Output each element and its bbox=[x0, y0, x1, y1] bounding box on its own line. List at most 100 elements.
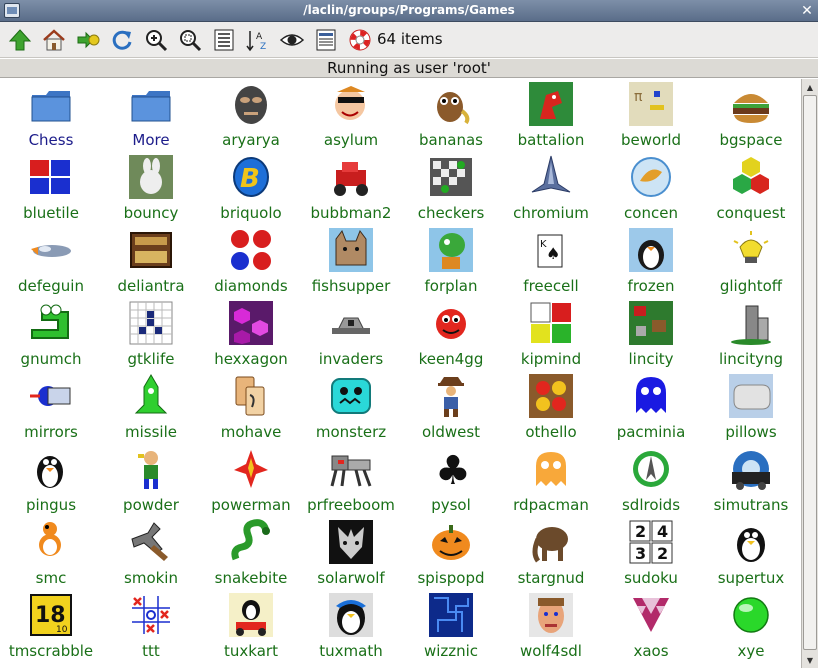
details-view-button[interactable] bbox=[210, 26, 238, 54]
app-launcher-item[interactable]: π beworld bbox=[601, 79, 701, 152]
app-launcher-item[interactable]: monsterz bbox=[301, 371, 401, 444]
scroll-down-arrow-icon[interactable]: ▼ bbox=[803, 653, 817, 667]
app-icon bbox=[329, 593, 373, 637]
app-launcher-item[interactable]: Bbriquolo bbox=[201, 152, 301, 225]
scroll-up-arrow-icon[interactable]: ▲ bbox=[803, 80, 817, 94]
app-launcher-item[interactable]: concen bbox=[601, 152, 701, 225]
app-launcher-item[interactable]: gnumch bbox=[1, 298, 101, 371]
app-icon: π bbox=[628, 81, 674, 127]
app-launcher-item[interactable]: solarwolf bbox=[301, 517, 401, 590]
app-launcher-item[interactable]: othello bbox=[501, 371, 601, 444]
show-hidden-button[interactable] bbox=[278, 26, 306, 54]
app-launcher-item[interactable]: oldwest bbox=[401, 371, 501, 444]
app-launcher-item[interactable]: sdlroids bbox=[601, 444, 701, 517]
app-launcher-item[interactable]: mohave bbox=[201, 371, 301, 444]
app-launcher-item[interactable]: frozen bbox=[601, 225, 701, 298]
app-launcher-item[interactable]: bouncy bbox=[101, 152, 201, 225]
app-launcher-item[interactable]: smc bbox=[1, 517, 101, 590]
app-launcher-item[interactable]: stargnud bbox=[501, 517, 601, 590]
app-launcher-item[interactable]: pacminia bbox=[601, 371, 701, 444]
app-launcher-item[interactable]: wizznic bbox=[401, 590, 501, 663]
app-launcher-item[interactable]: keen4gg bbox=[401, 298, 501, 371]
app-launcher-item[interactable]: diamonds bbox=[201, 225, 301, 298]
app-launcher-item[interactable]: bananas bbox=[401, 79, 501, 152]
sort-button[interactable]: AZ bbox=[244, 26, 272, 54]
app-launcher-item[interactable]: tuxkart bbox=[201, 590, 301, 663]
vertical-scrollbar[interactable]: ▲ ▼ bbox=[801, 79, 818, 668]
refresh-button[interactable] bbox=[108, 26, 136, 54]
app-icon bbox=[428, 592, 474, 638]
app-icon bbox=[31, 245, 71, 257]
app-icon bbox=[628, 592, 674, 638]
app-launcher-item[interactable]: forplan bbox=[401, 225, 501, 298]
app-launcher-item[interactable]: mirrors bbox=[1, 371, 101, 444]
app-icon bbox=[528, 300, 574, 346]
app-launcher-item[interactable]: K ♠ freecell bbox=[501, 225, 601, 298]
app-icon bbox=[28, 519, 74, 565]
item-label: oldwest bbox=[421, 423, 481, 441]
zoom-in-button[interactable] bbox=[142, 26, 170, 54]
app-launcher-item[interactable]: chromium bbox=[501, 152, 601, 225]
app-launcher-item[interactable]: hexxagon bbox=[201, 298, 301, 371]
app-launcher-item[interactable]: snakebite bbox=[201, 517, 301, 590]
app-launcher-item[interactable]: asylum bbox=[301, 79, 401, 152]
item-label: pingus bbox=[25, 496, 77, 514]
app-launcher-item[interactable]: tuxmath bbox=[301, 590, 401, 663]
item-label: gnumch bbox=[20, 350, 82, 368]
app-launcher-item[interactable]: battalion bbox=[501, 79, 601, 152]
scroll-thumb[interactable] bbox=[803, 95, 817, 650]
app-launcher-item[interactable]: lincityng bbox=[701, 298, 801, 371]
app-launcher-item[interactable]: pingus bbox=[1, 444, 101, 517]
title-bar[interactable]: /laclin/groups/Programs/Games ✕ bbox=[0, 0, 818, 22]
app-launcher-item[interactable]: supertux bbox=[701, 517, 801, 590]
app-launcher-item[interactable]: 2 4 3 2 sudoku bbox=[601, 517, 701, 590]
app-launcher-item[interactable]: spispopd bbox=[401, 517, 501, 590]
app-launcher-item[interactable]: pillows bbox=[701, 371, 801, 444]
app-launcher-item[interactable]: xye bbox=[701, 590, 801, 663]
folder-item[interactable]: Chess bbox=[1, 79, 101, 152]
app-icon bbox=[428, 519, 474, 565]
up-button[interactable] bbox=[6, 26, 34, 54]
app-launcher-item[interactable]: fishsupper bbox=[301, 225, 401, 298]
app-launcher-item[interactable]: ttt bbox=[101, 590, 201, 663]
app-launcher-item[interactable]: lincity bbox=[601, 298, 701, 371]
app-icon bbox=[228, 300, 274, 346]
app-launcher-item[interactable]: 18 10 tmscrabble bbox=[1, 590, 101, 663]
back-button[interactable] bbox=[74, 26, 102, 54]
app-icon: 1810 bbox=[28, 592, 74, 638]
app-icon bbox=[128, 592, 174, 638]
close-button[interactable]: ✕ bbox=[799, 3, 815, 19]
app-launcher-item[interactable]: wolf4sdl bbox=[501, 590, 601, 663]
app-launcher-item[interactable]: bgspace bbox=[701, 79, 801, 152]
app-icon bbox=[731, 305, 771, 345]
app-launcher-item[interactable]: conquest bbox=[701, 152, 801, 225]
item-label: forplan bbox=[424, 277, 478, 295]
app-launcher-item[interactable]: xaos bbox=[601, 590, 701, 663]
list-view-button[interactable] bbox=[312, 26, 340, 54]
app-launcher-item[interactable]: bluetile bbox=[1, 152, 101, 225]
app-launcher-item[interactable]: kipmind bbox=[501, 298, 601, 371]
app-launcher-item[interactable]: simutrans bbox=[701, 444, 801, 517]
app-icon bbox=[328, 592, 374, 638]
folder-item[interactable]: More bbox=[101, 79, 201, 152]
app-launcher-item[interactable]: invaders bbox=[301, 298, 401, 371]
home-button[interactable] bbox=[40, 26, 68, 54]
app-launcher-item[interactable]: deliantra bbox=[101, 225, 201, 298]
app-launcher-item[interactable]: missile bbox=[101, 371, 201, 444]
app-launcher-item[interactable]: ♣ pysol bbox=[401, 444, 501, 517]
app-launcher-item[interactable]: rdpacman bbox=[501, 444, 601, 517]
app-launcher-item[interactable]: powerman bbox=[201, 444, 301, 517]
app-launcher-item[interactable]: defeguin bbox=[1, 225, 101, 298]
help-button[interactable] bbox=[346, 26, 374, 54]
app-launcher-item[interactable]: gtklife bbox=[101, 298, 201, 371]
app-launcher-item[interactable]: glightoff bbox=[701, 225, 801, 298]
app-launcher-item[interactable]: powder bbox=[101, 444, 201, 517]
item-label: xye bbox=[737, 642, 765, 660]
app-launcher-item[interactable]: aryarya bbox=[201, 79, 301, 152]
app-launcher-item[interactable]: checkers bbox=[401, 152, 501, 225]
zoom-fit-button[interactable] bbox=[176, 26, 204, 54]
app-icon bbox=[428, 81, 474, 127]
app-launcher-item[interactable]: smokin bbox=[101, 517, 201, 590]
app-launcher-item[interactable]: prfreeboom bbox=[301, 444, 401, 517]
app-launcher-item[interactable]: bubbman2 bbox=[301, 152, 401, 225]
